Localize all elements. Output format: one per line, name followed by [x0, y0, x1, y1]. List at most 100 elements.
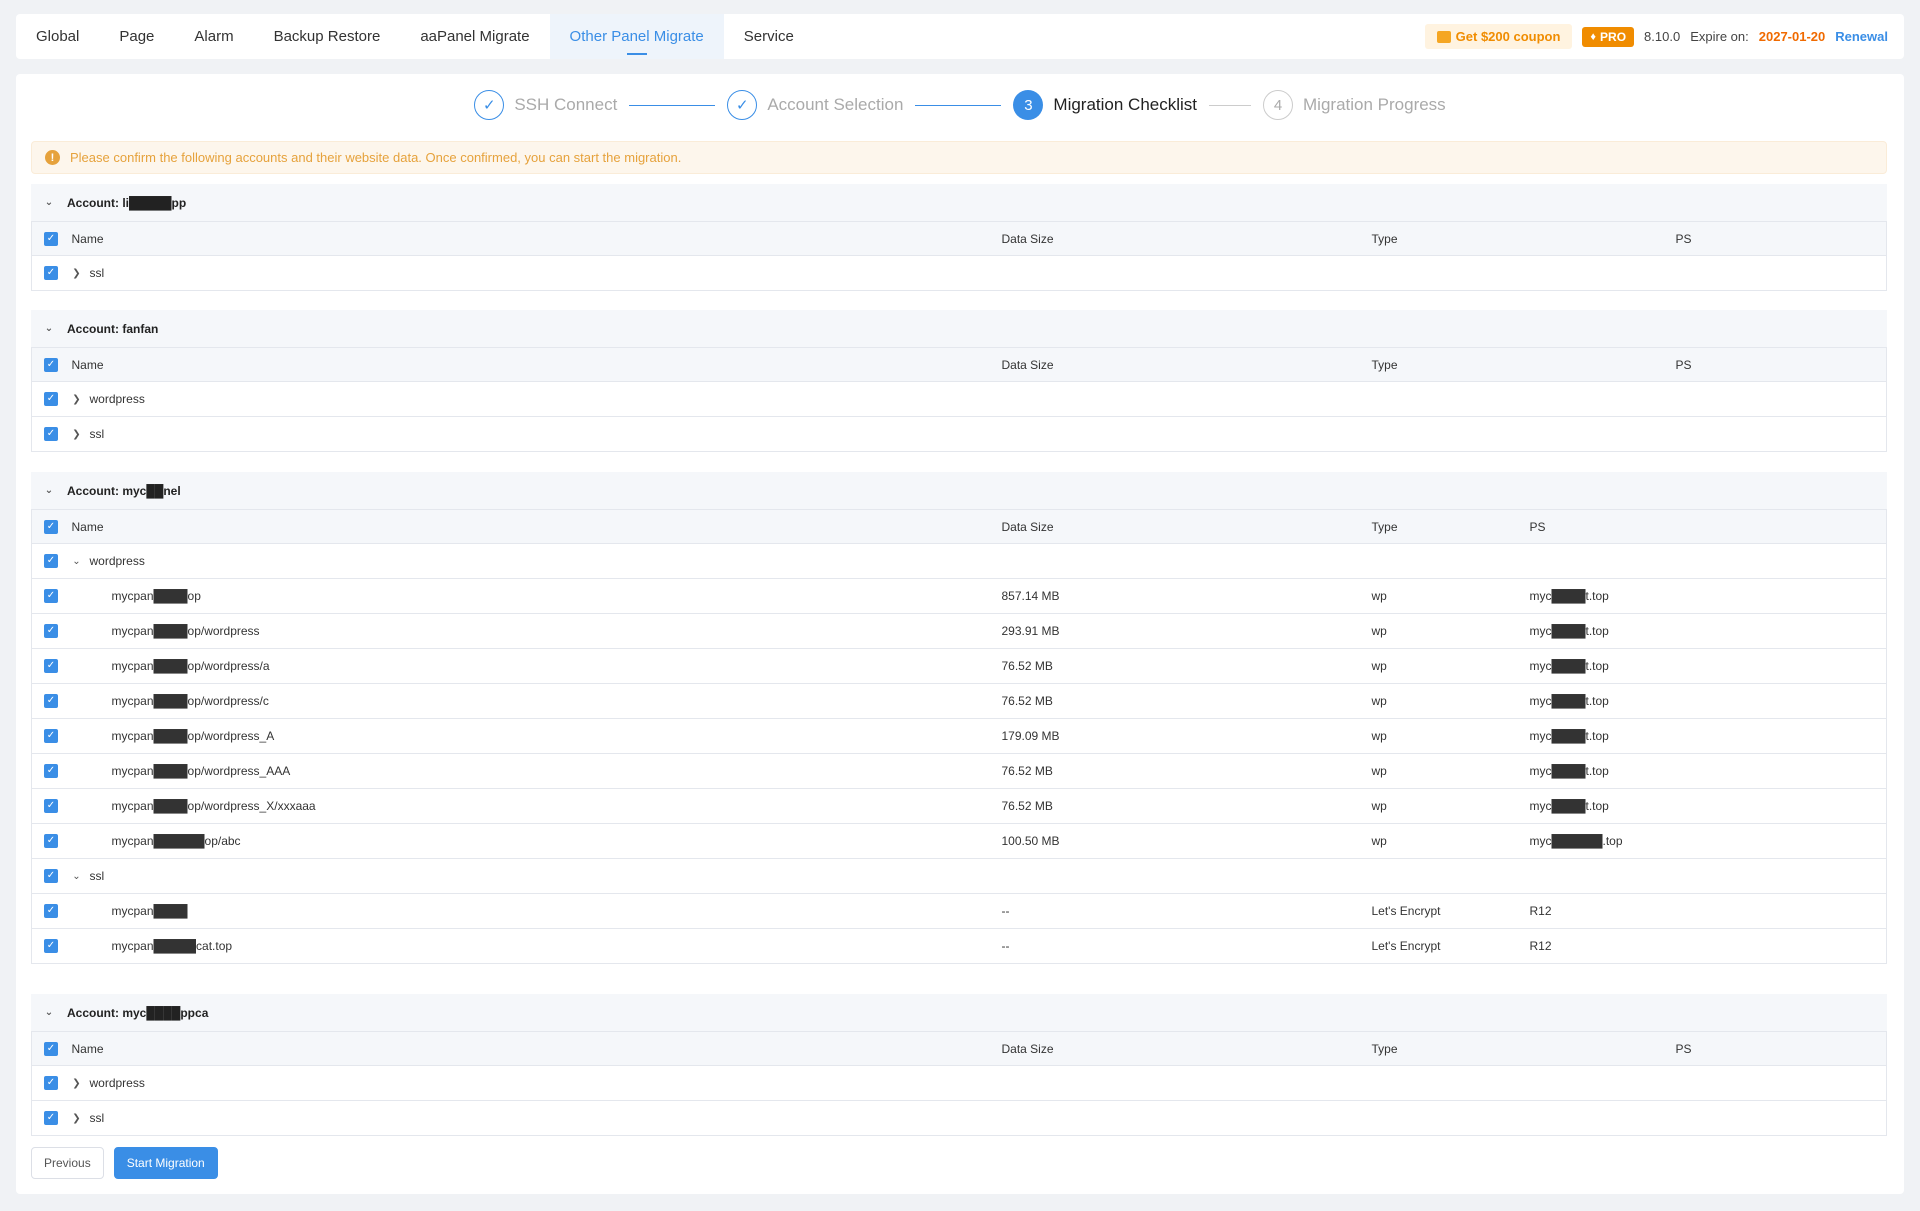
row-checkbox[interactable]: ✓ — [44, 1111, 58, 1125]
row-checkbox[interactable]: ✓ — [44, 392, 58, 406]
data-size: 76.52 MB — [1001, 764, 1053, 778]
row-checkbox[interactable]: ✓ — [44, 764, 58, 778]
data-size: 100.50 MB — [1001, 834, 1060, 848]
step-number: 4 — [1263, 90, 1294, 120]
step-connector — [915, 104, 1002, 106]
previous-button[interactable]: Previous — [31, 1147, 104, 1179]
chevron-down-icon[interactable]: ⌄ — [43, 485, 55, 496]
table-row: ✓ ⌄ wordpress — [31, 544, 1887, 579]
version-text: 8.10.0 — [1644, 29, 1681, 44]
chevron-down-icon[interactable]: ⌄ — [72, 556, 82, 567]
select-all-checkbox[interactable]: ✓ — [44, 231, 58, 246]
row-checkbox[interactable]: ✓ — [44, 694, 58, 708]
chevron-down-icon[interactable]: ⌄ — [72, 871, 82, 882]
expire-date: 2027-01-20 — [1758, 29, 1826, 44]
account-title: Account: li█████pp — [67, 195, 187, 210]
col-name: Name — [71, 1031, 1002, 1066]
chevron-down-icon[interactable]: ⌄ — [43, 1007, 55, 1018]
chevron-right-icon[interactable]: ❯ — [72, 1113, 82, 1124]
tab-page[interactable]: Page — [99, 14, 174, 59]
table-row: ✓ ❯ wordpress — [31, 382, 1887, 417]
select-all-checkbox[interactable]: ✓ — [44, 519, 58, 534]
site-ps: myc████t.top — [1529, 694, 1609, 708]
row-checkbox[interactable]: ✓ — [44, 659, 58, 673]
coupon-button[interactable]: Get $200 coupon — [1424, 24, 1573, 49]
row-checkbox[interactable]: ✓ — [44, 266, 58, 280]
row-checkbox[interactable]: ✓ — [44, 729, 58, 743]
row-checkbox[interactable]: ✓ — [44, 554, 58, 568]
chevron-right-icon[interactable]: ❯ — [72, 1078, 82, 1089]
tab-alarm[interactable]: Alarm — [174, 14, 253, 59]
step-label: Migration Progress — [1303, 95, 1446, 114]
row-checkbox[interactable]: ✓ — [44, 834, 58, 848]
col-name: Name — [71, 221, 1002, 256]
site-ps: myc████t.top — [1529, 659, 1609, 673]
table-row: ✓ ❯ wordpress — [31, 1066, 1887, 1101]
row-checkbox[interactable]: ✓ — [44, 589, 58, 603]
site-name: mycpan████op/wordpress_AAA — [111, 764, 291, 778]
group-name: ssl — [89, 1111, 105, 1125]
row-checkbox[interactable]: ✓ — [44, 939, 58, 953]
migration-stepper: ✓ SSH Connect ✓ Account Selection 3 Migr… — [16, 88, 1904, 122]
pro-badge[interactable]: ♦ PRO — [1582, 26, 1635, 47]
site-type: wp — [1371, 799, 1387, 813]
select-all-checkbox[interactable]: ✓ — [44, 1041, 58, 1056]
account-header[interactable]: ⌄ Account: fanfan — [31, 310, 1887, 347]
account-header[interactable]: ⌄ Account: li█████pp — [31, 184, 1887, 221]
ssl-name: mycpan█████cat.top — [111, 939, 233, 953]
site-name: mycpan████op/wordpress/a — [111, 659, 270, 673]
row-checkbox[interactable]: ✓ — [44, 799, 58, 813]
row-checkbox[interactable]: ✓ — [44, 1076, 58, 1090]
step-ssh-connect: ✓ SSH Connect — [474, 90, 617, 120]
table-row: ✓ mycpan████op/wordpress_A 179.09 MB wp … — [31, 719, 1887, 754]
warning-icon: ! — [45, 150, 60, 165]
table-row: ✓ mycpan████op/wordpress_AAA 76.52 MB wp… — [31, 754, 1887, 789]
ssl-type: Let's Encrypt — [1371, 939, 1441, 953]
table-row: ✓ ❯ ssl — [32, 1101, 1887, 1136]
pro-label: PRO — [1600, 29, 1627, 44]
site-ps: myc████t.top — [1529, 764, 1609, 778]
account-section: ⌄ Account: myc██nel ✓ Name Data Size Typ… — [31, 472, 1887, 964]
start-migration-button[interactable]: Start Migration — [113, 1147, 218, 1179]
chevron-right-icon[interactable]: ❯ — [72, 268, 82, 279]
header-right: Get $200 coupon ♦ PRO 8.10.0 Expire on: … — [1424, 14, 1904, 59]
expire-label: Expire on: — [1690, 29, 1749, 44]
site-ps: myc████t.top — [1529, 589, 1609, 603]
data-size: 76.52 MB — [1001, 694, 1053, 708]
select-all-checkbox[interactable]: ✓ — [44, 357, 58, 372]
row-checkbox[interactable]: ✓ — [44, 904, 58, 918]
col-ps: PS — [1675, 347, 1887, 382]
chevron-down-icon[interactable]: ⌄ — [43, 197, 55, 208]
account-header[interactable]: ⌄ Account: myc██nel — [31, 472, 1887, 509]
row-checkbox[interactable]: ✓ — [44, 624, 58, 638]
group-name: ssl — [89, 266, 105, 280]
tab-aapanel-migrate[interactable]: aaPanel Migrate — [400, 14, 549, 59]
col-name: Name — [71, 509, 1002, 544]
group-name: ssl — [89, 427, 105, 441]
chevron-down-icon[interactable]: ⌄ — [43, 323, 55, 334]
chevron-right-icon[interactable]: ❯ — [72, 429, 82, 440]
step-migration-progress: 4 Migration Progress — [1263, 90, 1446, 120]
step-account-selection: ✓ Account Selection — [727, 90, 903, 120]
table-row: ✓ ❯ ssl — [32, 417, 1887, 452]
account-header[interactable]: ⌄ Account: myc████ppca — [31, 994, 1887, 1031]
col-type: Type — [1371, 509, 1530, 544]
tab-other-panel-migrate[interactable]: Other Panel Migrate — [549, 14, 724, 59]
footer-actions: Previous Start Migration — [31, 1147, 218, 1179]
row-checkbox[interactable]: ✓ — [44, 869, 58, 883]
account-section: ⌄ Account: fanfan ✓ Name Data Size Type … — [31, 310, 1887, 452]
chevron-right-icon[interactable]: ❯ — [72, 394, 82, 405]
tab-global[interactable]: Global — [16, 14, 99, 59]
col-type: Type — [1371, 1031, 1676, 1066]
step-label: SSH Connect — [514, 95, 618, 114]
settings-tabs: Global Page Alarm Backup Restore aaPanel… — [16, 14, 814, 59]
site-ps: myc████t.top — [1529, 799, 1609, 813]
data-size: -- — [1001, 939, 1010, 953]
tab-service[interactable]: Service — [724, 14, 814, 59]
row-checkbox[interactable]: ✓ — [44, 427, 58, 441]
coupon-icon — [1436, 30, 1451, 43]
site-type: wp — [1371, 589, 1387, 603]
tab-backup-restore[interactable]: Backup Restore — [254, 14, 401, 59]
renewal-link[interactable]: Renewal — [1835, 29, 1888, 44]
data-size: 293.91 MB — [1001, 624, 1060, 638]
